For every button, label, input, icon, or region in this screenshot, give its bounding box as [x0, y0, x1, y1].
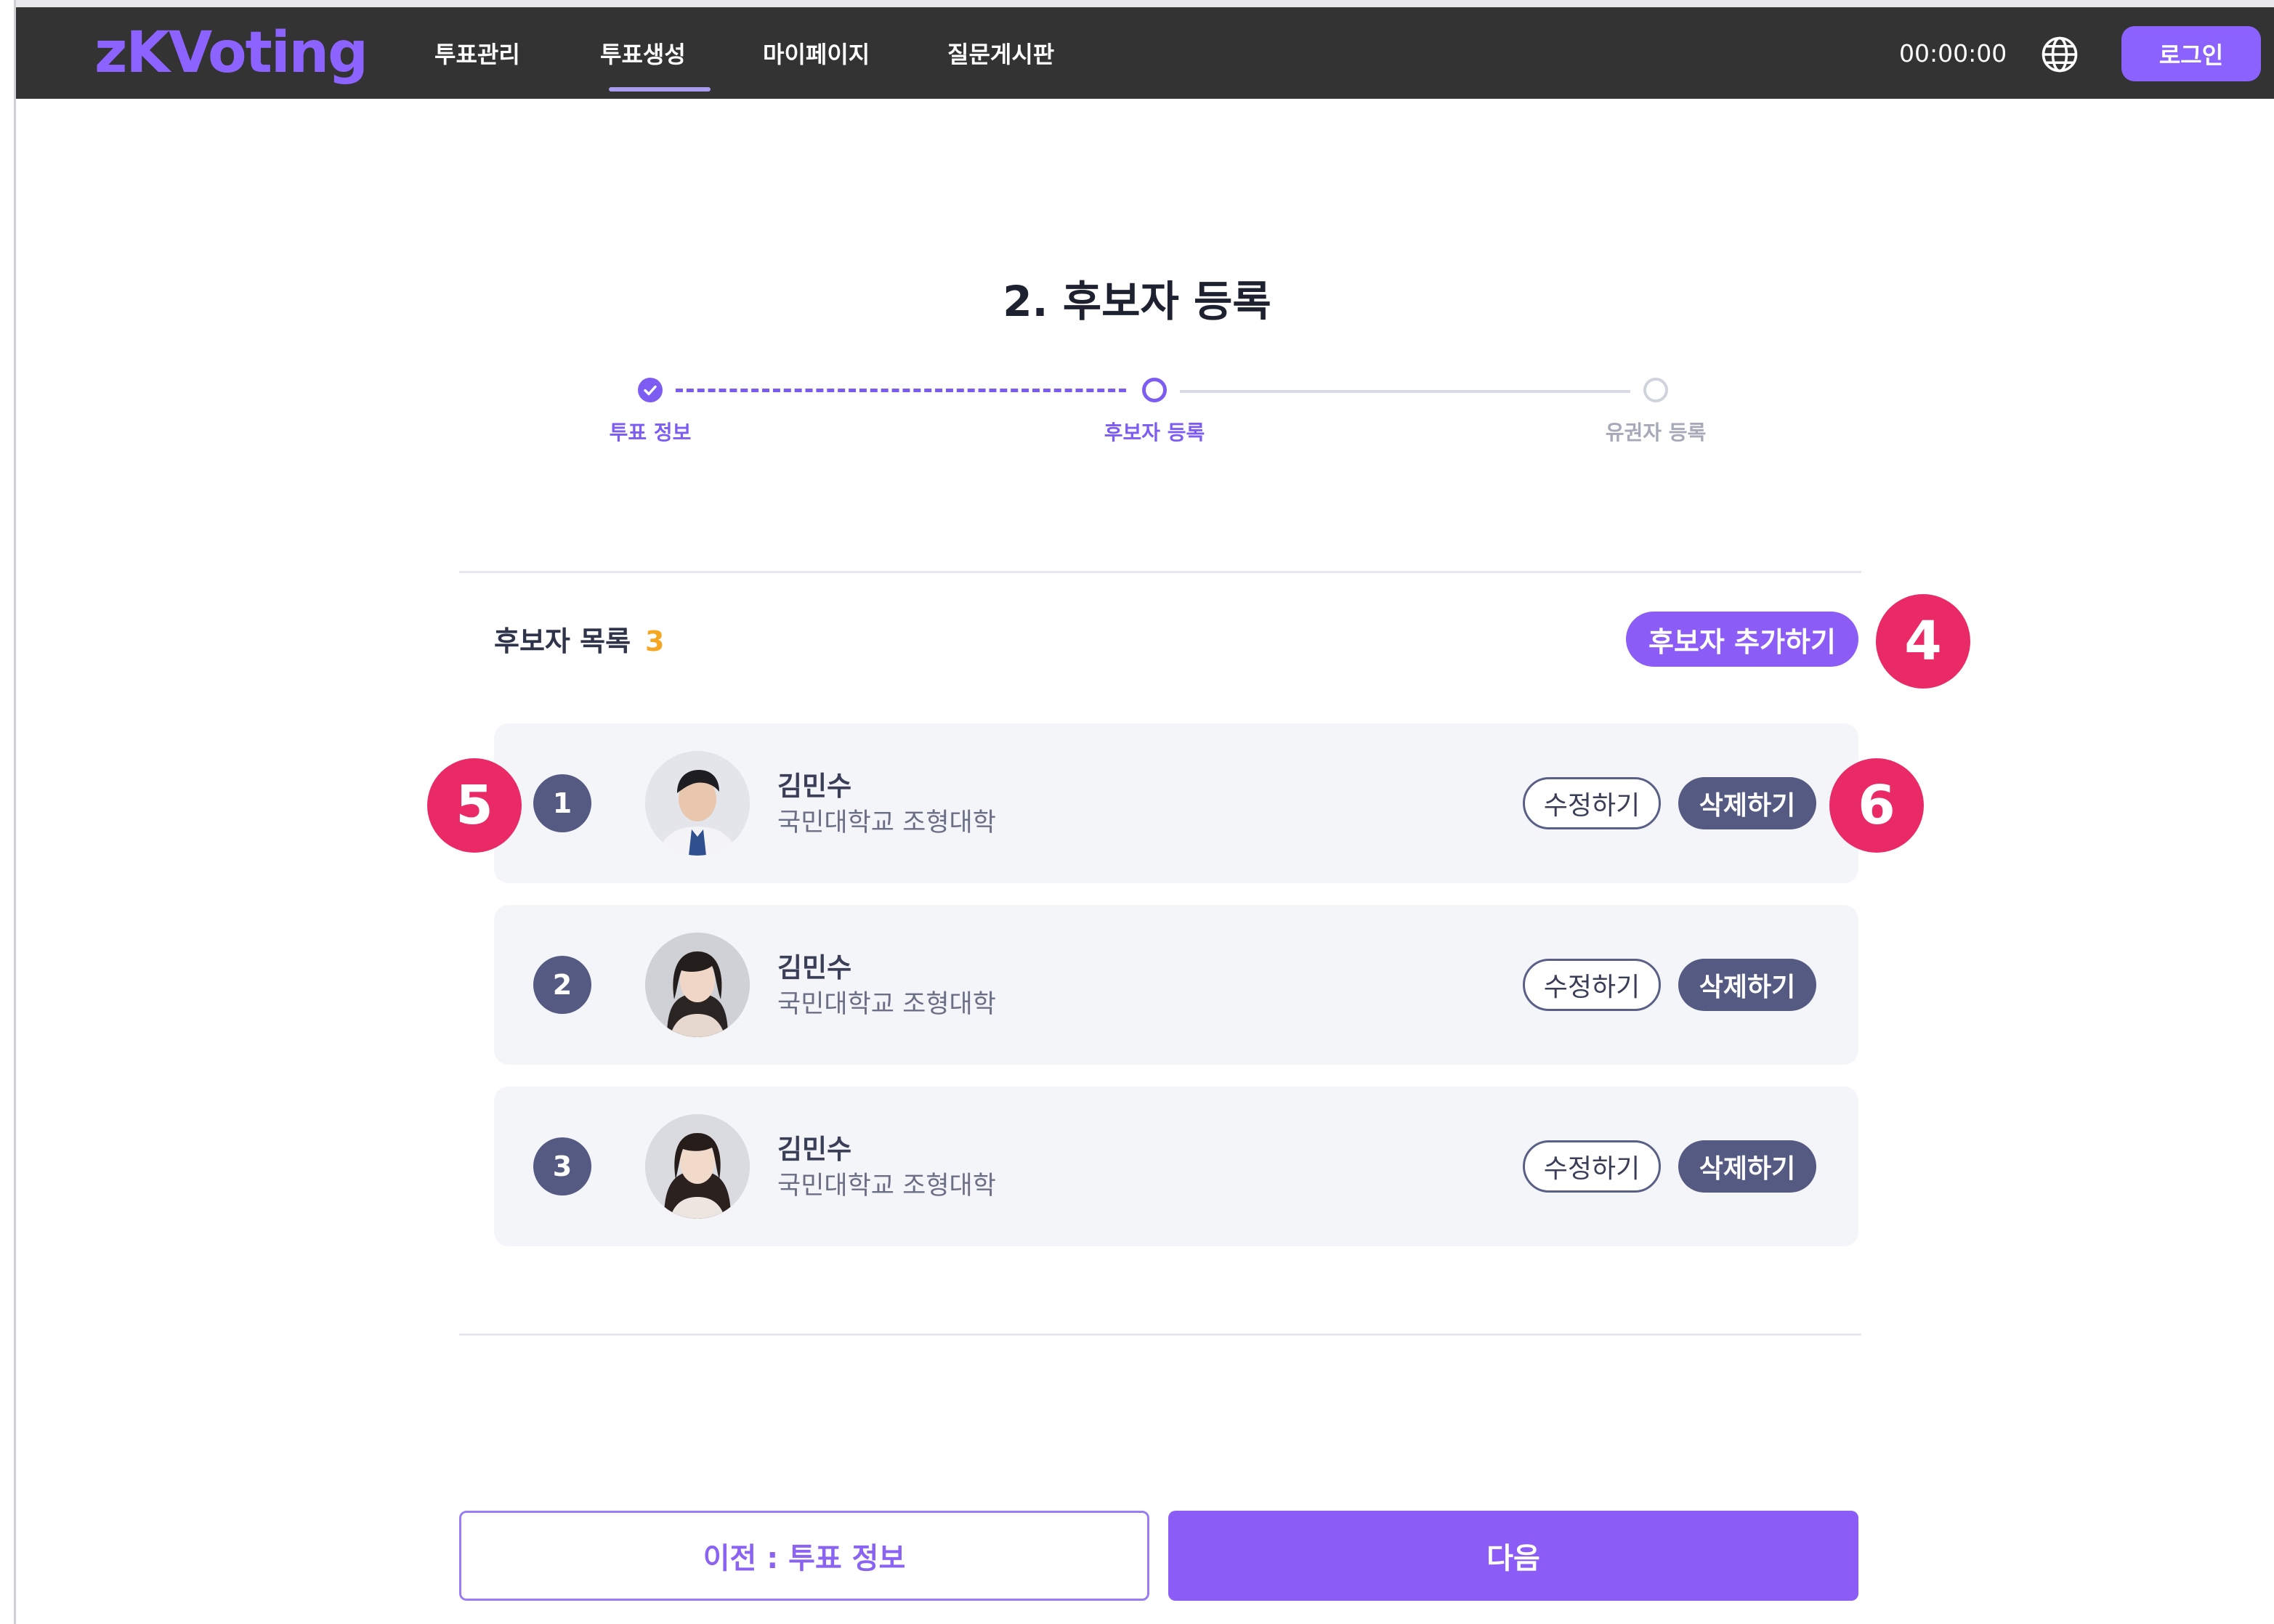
window-frame-top: [0, 0, 2274, 7]
stepper-line-upcoming: [1180, 390, 1630, 393]
step-current-dot: [1142, 378, 1167, 402]
candidate-number: 3: [533, 1137, 591, 1195]
app-logo[interactable]: zKVoting: [94, 20, 368, 86]
page-title: 2. 후보자 등록: [1003, 277, 1271, 326]
candidate-name: 김민수: [777, 1134, 852, 1165]
annotation-badge-5: 5: [427, 758, 522, 853]
candidate-avatar: [645, 751, 750, 856]
step-upcoming-dot: [1643, 378, 1668, 402]
session-timer: 00:00:00: [1899, 39, 2007, 68]
step-label-candidates: 후보자 등록: [1104, 421, 1205, 444]
add-candidate-button[interactable]: 후보자 추가하기: [1626, 612, 1858, 667]
nav-item-vote-manage[interactable]: 투표관리: [434, 36, 520, 70]
delete-candidate-button[interactable]: 삭제하기: [1678, 1140, 1816, 1193]
candidate-card: 2 김민수 국민대학교 조형대학 수정하기 삭제하기: [494, 905, 1858, 1065]
previous-step-button[interactable]: 이전 : 투표 정보: [459, 1511, 1149, 1601]
candidate-number: 2: [533, 956, 591, 1014]
step-completed-check-icon: [638, 378, 663, 402]
edit-candidate-button[interactable]: 수정하기: [1523, 959, 1661, 1011]
candidate-list-title: 후보자 목록 3: [494, 619, 664, 659]
delete-candidate-button[interactable]: 삭제하기: [1678, 777, 1816, 829]
candidate-name: 김민수: [777, 771, 852, 802]
candidate-name: 김민수: [777, 952, 852, 983]
section-divider-top: [459, 571, 1861, 573]
candidate-card: 1 김민수 국민대학교 조형대학 수정하기 삭제하기: [494, 723, 1858, 883]
nav-item-mypage[interactable]: 마이페이지: [763, 36, 870, 70]
annotation-badge-6: 6: [1829, 758, 1924, 853]
edit-candidate-button[interactable]: 수정하기: [1523, 1140, 1661, 1193]
section-divider-bottom: [459, 1333, 1861, 1336]
progress-stepper: 투표 정보 후보자 등록 유권자 등록: [0, 378, 2274, 450]
login-button[interactable]: 로그인: [2121, 26, 2261, 81]
candidate-list-label: 후보자 목록: [494, 625, 631, 657]
candidate-avatar: [645, 933, 750, 1037]
delete-candidate-button[interactable]: 삭제하기: [1678, 959, 1816, 1011]
next-step-button[interactable]: 다음: [1168, 1511, 1858, 1601]
edit-candidate-button[interactable]: 수정하기: [1523, 777, 1661, 829]
nav-item-qna-board[interactable]: 질문게시판: [947, 36, 1054, 70]
globe-icon[interactable]: [2040, 35, 2079, 74]
candidate-number: 1: [533, 774, 591, 832]
stepper-line-completed: [676, 389, 1126, 392]
candidate-card: 3 김민수 국민대학교 조형대학 수정하기 삭제하기: [494, 1087, 1858, 1246]
candidate-affiliation: 국민대학교 조형대학: [777, 990, 996, 1019]
candidate-avatar: [645, 1114, 750, 1219]
window-frame-left: [0, 0, 16, 1624]
nav-active-indicator: [609, 87, 711, 92]
nav-item-vote-create[interactable]: 투표생성: [600, 36, 686, 70]
candidate-affiliation: 국민대학교 조형대학: [777, 1172, 996, 1201]
top-navbar: zKVoting 투표관리 투표생성 마이페이지 질문게시판 00:00:00 …: [16, 7, 2274, 99]
candidate-affiliation: 국민대학교 조형대학: [777, 808, 996, 837]
step-label-voters: 유권자 등록: [1605, 421, 1707, 444]
candidate-count: 3: [645, 625, 665, 657]
step-label-vote-info: 투표 정보: [609, 421, 692, 444]
annotation-badge-4: 4: [1876, 594, 1970, 689]
